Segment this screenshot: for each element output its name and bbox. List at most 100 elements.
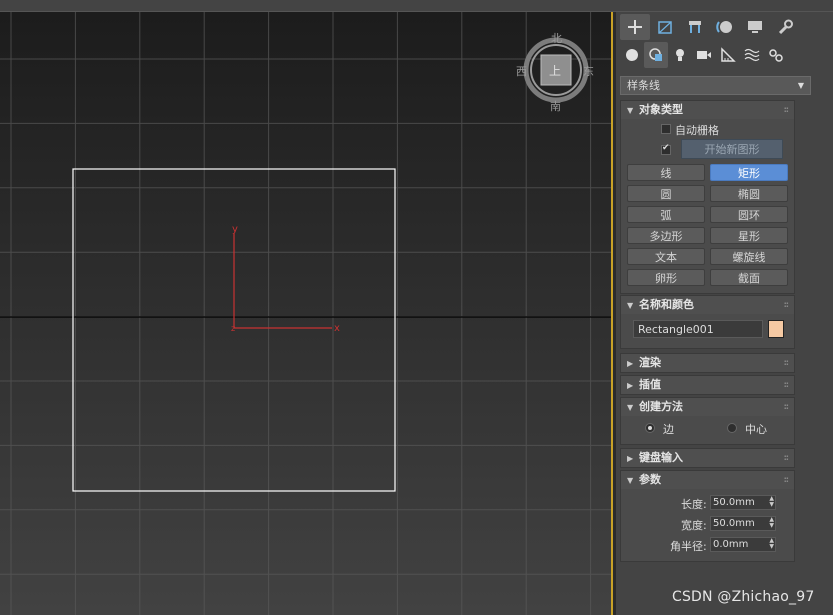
geometry-button[interactable]: [620, 42, 644, 68]
rollout-name-color-header[interactable]: ▼ 名称和颜色 ::: [621, 296, 794, 314]
systems-button[interactable]: [764, 42, 788, 68]
cameras-icon: [697, 51, 711, 59]
corner-radius-spinner[interactable]: 0.0mm ▲ ▼: [710, 537, 776, 552]
grip-icon[interactable]: ::: [784, 398, 790, 416]
category-dropdown[interactable]: 样条线 ▼: [620, 76, 811, 95]
rollout-object-type-header[interactable]: ▼ 对象类型 ::: [621, 101, 794, 119]
active-viewport-border: [611, 12, 613, 615]
viewcube-face-top[interactable]: 上: [549, 62, 561, 79]
create-category-buttons: [620, 42, 829, 68]
creation-edge-label: 边: [663, 423, 674, 436]
motion-icon: [716, 21, 732, 33]
rollout-render: ▶ 渲染 ::: [620, 353, 795, 373]
rollout-keyboard-entry-header[interactable]: ▶ 键盘输入 ::: [621, 449, 794, 467]
expanded-triangle-icon: ▼: [627, 476, 634, 485]
systems-icon: [769, 49, 783, 62]
object-type-button[interactable]: 文本: [627, 248, 705, 265]
length-spinner[interactable]: 50.0mm ▲ ▼: [710, 495, 776, 510]
gizmo-z-label: z: [231, 324, 235, 333]
viewport-top[interactable]: y x z 北 南 西 东 上: [0, 12, 611, 615]
object-type-button[interactable]: 螺旋线: [710, 248, 788, 265]
rollout-keyboard-entry: ▶ 键盘输入 ::: [620, 448, 795, 468]
hierarchy-tab[interactable]: [680, 14, 710, 40]
gizmo-x-label: x: [334, 323, 340, 334]
spinner-arrows-icon[interactable]: ▲ ▼: [769, 517, 774, 529]
expanded-triangle-icon: ▼: [627, 106, 634, 115]
rollout-interpolation-header[interactable]: ▶ 插值 ::: [621, 376, 794, 394]
rollout-interpolation: ▶ 插值 ::: [620, 375, 795, 395]
chevron-down-icon: ▼: [797, 81, 804, 90]
create-icon: [628, 20, 642, 34]
utilities-icon: [778, 19, 793, 35]
start-new-shape-checkbox[interactable]: [661, 143, 671, 155]
corner-radius-label: 角半径:: [670, 540, 707, 553]
spacewarps-button[interactable]: [740, 42, 764, 68]
object-type-button[interactable]: 矩形: [710, 164, 788, 181]
creation-center-radio[interactable]: [727, 423, 737, 433]
modify-tab[interactable]: [650, 14, 680, 40]
autogrid-checkbox[interactable]: [661, 124, 671, 134]
watermark: CSDN @Zhichao_97: [672, 589, 815, 605]
command-panel: 样条线 ▼ ▼对象类型 :: 自动栅格 开始新图形 线矩形圆椭圆弧圆环多边形星形…: [616, 12, 833, 615]
rollout-creation-method: ▼ 创建方法 :: 边 中心: [620, 397, 795, 445]
utilities-tab[interactable]: [770, 14, 800, 40]
object-type-button[interactable]: 截面: [710, 269, 788, 286]
object-type-button[interactable]: 多边形: [627, 227, 705, 244]
grip-icon[interactable]: ::: [784, 296, 790, 314]
expanded-triangle-icon: ▼: [627, 403, 634, 412]
grip-icon[interactable]: ::: [784, 101, 790, 119]
lights-icon: [676, 49, 684, 61]
viewcube-north[interactable]: 北: [551, 30, 562, 46]
rollout-name-color: ▼ 名称和颜色 :: Rectangle001: [620, 295, 795, 349]
object-type-button[interactable]: 弧: [627, 206, 705, 223]
viewcube-south[interactable]: 南: [550, 98, 561, 114]
object-type-button[interactable]: 线: [627, 164, 705, 181]
rollout-render-header[interactable]: ▶ 渲染 ::: [621, 354, 794, 372]
viewcube[interactable]: 北 南 西 东 上: [516, 32, 594, 113]
display-tab[interactable]: [740, 14, 770, 40]
shapes-button[interactable]: [644, 42, 668, 68]
start-new-shape-button[interactable]: 开始新图形: [681, 139, 783, 159]
geometry-icon: [626, 49, 638, 61]
collapsed-triangle-icon: ▶: [627, 381, 634, 390]
lights-button[interactable]: [668, 42, 692, 68]
object-type-button[interactable]: 圆: [627, 185, 705, 202]
shapes-icon: [649, 48, 662, 61]
viewport-grid: y x z: [0, 12, 611, 615]
display-icon: [748, 21, 762, 33]
creation-center-label: 中心: [745, 423, 767, 436]
grip-icon[interactable]: ::: [784, 471, 790, 489]
grip-icon[interactable]: ::: [784, 376, 790, 394]
creation-edge-radio[interactable]: [645, 423, 655, 433]
object-type-button[interactable]: 卵形: [627, 269, 705, 286]
helpers-button[interactable]: [716, 42, 740, 68]
modify-icon: [658, 21, 672, 34]
rollout-creation-method-header[interactable]: ▼ 创建方法 ::: [621, 398, 794, 416]
rollout-parameters-header[interactable]: ▼ 参数 ::: [621, 471, 794, 489]
object-color-swatch[interactable]: [768, 320, 784, 338]
cameras-button[interactable]: [692, 42, 716, 68]
gizmo-y-label: y: [232, 224, 238, 235]
grip-icon[interactable]: ::: [784, 449, 790, 467]
object-type-button[interactable]: 星形: [710, 227, 788, 244]
rollout-parameters: ▼ 参数 :: 长度: 50.0mm ▲ ▼ 宽度: 50.0mm ▲ ▼ 角半径: …: [620, 470, 795, 562]
object-type-button[interactable]: 圆环: [710, 206, 788, 223]
object-type-button[interactable]: 椭圆: [710, 185, 788, 202]
helpers-icon: [721, 47, 736, 62]
viewcube-west[interactable]: 西: [516, 63, 527, 79]
collapsed-triangle-icon: ▶: [627, 359, 634, 368]
autogrid-label: 自动栅格: [675, 124, 719, 137]
viewcube-east[interactable]: 东: [583, 63, 594, 79]
collapsed-triangle-icon: ▶: [627, 454, 634, 463]
create-tab[interactable]: [620, 14, 650, 40]
command-panel-tabs: [620, 14, 829, 40]
grip-icon[interactable]: ::: [784, 354, 790, 372]
spinner-arrows-icon[interactable]: ▲ ▼: [769, 538, 774, 550]
width-spinner[interactable]: 50.0mm ▲ ▼: [710, 516, 776, 531]
spinner-arrows-icon[interactable]: ▲ ▼: [769, 496, 774, 508]
top-bar: [0, 0, 833, 12]
motion-tab[interactable]: [710, 14, 740, 40]
spacewarps-icon: [744, 48, 760, 62]
object-name-input[interactable]: Rectangle001: [633, 320, 763, 338]
hierarchy-icon: [689, 21, 701, 33]
